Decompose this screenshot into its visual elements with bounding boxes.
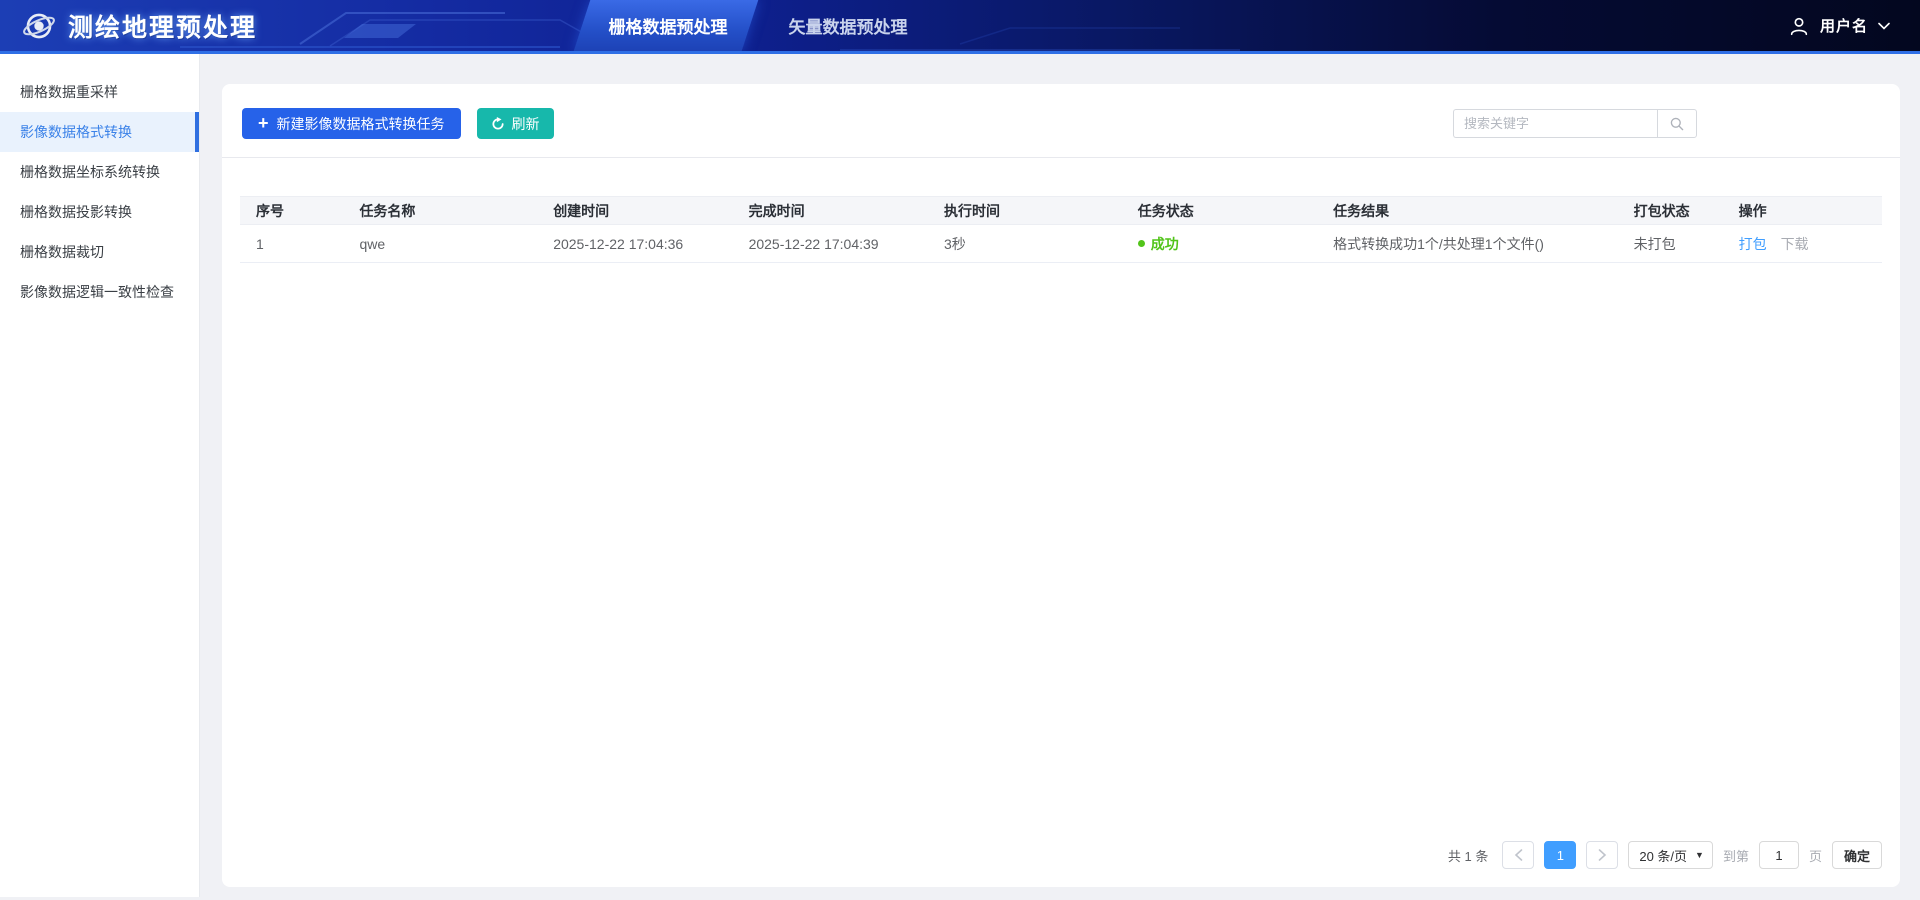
search-input[interactable] [1453,109,1657,138]
cell-task-status: 成功 [1122,225,1317,263]
new-task-label: 新建影像数据格式转换任务 [277,114,445,134]
tab-vector-preprocess[interactable]: 矢量数据预处理 [787,0,909,51]
pack-action-link[interactable]: 打包 [1739,236,1767,252]
chevron-down-icon [1878,22,1890,30]
table-row: 1 qwe 2025-12-22 17:04:36 2025-12-22 17:… [240,225,1882,263]
goto-page-input[interactable] [1759,841,1799,869]
page-size-select[interactable]: 20 条/页 ▼ [1628,841,1713,869]
user-menu[interactable]: 用户名 [1788,0,1890,51]
cell-task-name: qwe [343,225,537,263]
chevron-right-icon [1598,849,1607,861]
sidebar-item-raster-coordsys-convert[interactable]: 栅格数据坐标系统转换 [0,152,199,192]
search-button[interactable] [1657,109,1697,138]
status-text: 成功 [1151,234,1179,254]
status-badge: 成功 [1138,234,1317,254]
col-index: 序号 [240,197,343,225]
table-header-row: 序号 任务名称 创建时间 完成时间 执行时间 任务状态 任务结果 打包状态 操作 [240,197,1882,225]
col-finished-time: 完成时间 [733,197,928,225]
search-icon [1669,116,1685,132]
cell-pack-status: 未打包 [1618,225,1723,263]
col-actions: 操作 [1723,197,1882,225]
cell-task-result: 格式转换成功1个/共处理1个文件() [1317,225,1617,263]
next-page-button[interactable] [1586,841,1618,869]
search-group [1453,109,1697,138]
col-exec-time: 执行时间 [928,197,1122,225]
task-table-wrap: 序号 任务名称 创建时间 完成时间 执行时间 任务状态 任务结果 打包状态 操作 [222,196,1900,263]
chevron-left-icon [1514,849,1523,861]
col-created-time: 创建时间 [537,197,732,225]
col-task-result: 任务结果 [1317,197,1617,225]
pagination-total: 共 1 条 [1448,846,1488,865]
cell-created-time: 2025-12-22 17:04:36 [537,225,732,263]
sidebar-item-raster-resample[interactable]: 栅格数据重采样 [0,72,199,112]
tab-raster-preprocess[interactable]: 栅格数据预处理 [598,0,738,51]
page-number-button[interactable]: 1 [1544,841,1576,869]
refresh-button[interactable]: 刷新 [477,108,554,139]
col-task-name: 任务名称 [343,197,537,225]
cell-index: 1 [240,225,343,263]
goto-confirm-button[interactable]: 确定 [1832,841,1882,869]
new-task-button[interactable]: + 新建影像数据格式转换任务 [242,108,461,139]
app-header: 测绘地理预处理 栅格数据预处理 矢量数据预处理 用户名 [0,0,1920,54]
content-area: + 新建影像数据格式转换任务 刷新 [200,54,1920,897]
sidebar-item-image-logic-check[interactable]: 影像数据逻辑一致性检查 [0,272,199,312]
col-task-status: 任务状态 [1122,197,1317,225]
user-icon [1788,15,1810,37]
status-dot-icon [1138,240,1145,247]
goto-suffix-label: 页 [1809,846,1822,865]
download-action-link[interactable]: 下载 [1781,236,1809,252]
content-card: + 新建影像数据格式转换任务 刷新 [222,84,1900,887]
goto-prefix-label: 到第 [1723,846,1749,865]
page-size-label: 20 条/页 [1639,846,1687,865]
task-table: 序号 任务名称 创建时间 完成时间 执行时间 任务状态 任务结果 打包状态 操作 [240,196,1882,263]
cell-finished-time: 2025-12-22 17:04:39 [733,225,928,263]
cell-exec-time: 3秒 [928,225,1122,263]
toolbar-divider [222,157,1900,158]
sidebar-item-image-format-convert[interactable]: 影像数据格式转换 [0,112,199,152]
prev-page-button[interactable] [1502,841,1534,869]
sidebar-item-raster-clip[interactable]: 栅格数据裁切 [0,232,199,272]
sidebar-item-raster-projection-convert[interactable]: 栅格数据投影转换 [0,192,199,232]
refresh-label: 刷新 [512,114,540,134]
col-pack-status: 打包状态 [1618,197,1723,225]
main-layout: 栅格数据重采样 影像数据格式转换 栅格数据坐标系统转换 栅格数据投影转换 栅格数… [0,54,1920,897]
toolbar: + 新建影像数据格式转换任务 刷新 [222,84,1900,157]
pagination: 共 1 条 1 20 条/页 ▼ 到第 页 [222,841,1900,887]
plus-icon: + [258,114,269,132]
sidebar: 栅格数据重采样 影像数据格式转换 栅格数据坐标系统转换 栅格数据投影转换 栅格数… [0,54,200,897]
top-nav-tabs: 栅格数据预处理 矢量数据预处理 [0,0,1920,51]
cell-actions: 打包 下载 [1723,225,1882,263]
refresh-icon [491,117,505,131]
user-name: 用户名 [1820,15,1868,36]
select-caret-icon: ▼ [1695,850,1704,860]
